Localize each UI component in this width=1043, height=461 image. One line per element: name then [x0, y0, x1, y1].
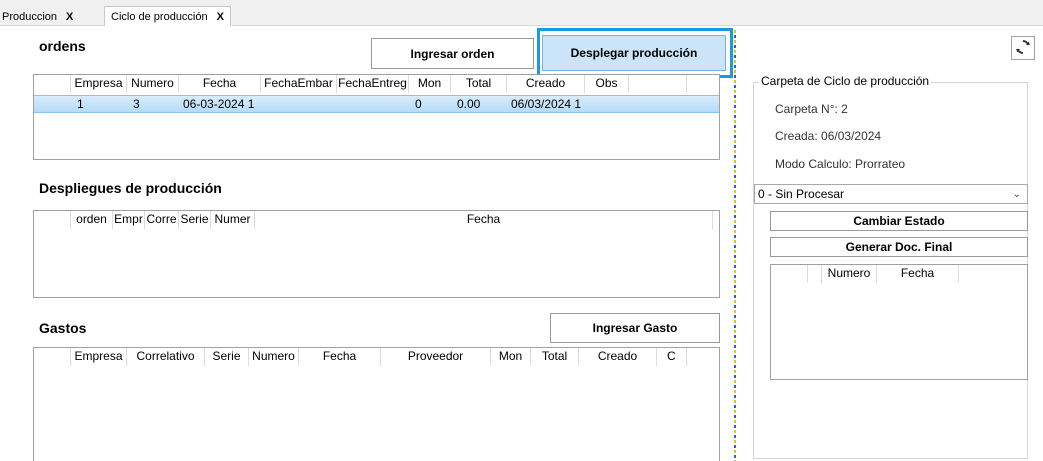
- column-header[interactable]: C: [657, 348, 687, 366]
- column-header[interactable]: Serie: [179, 211, 211, 229]
- column-header[interactable]: Numero: [127, 75, 179, 93]
- documentos-grid[interactable]: Numero Fecha: [770, 264, 1028, 380]
- column-header-spacer: [808, 265, 822, 283]
- cell-fecha-embarque: [261, 96, 337, 114]
- column-header[interactable]: Serie: [205, 348, 249, 366]
- column-header[interactable]: Mon: [409, 75, 451, 93]
- column-header[interactable]: Numero: [822, 265, 877, 283]
- estado-select[interactable]: 0 - Sin Procesar ⌄: [754, 184, 1028, 204]
- column-header[interactable]: Proveedor: [381, 348, 491, 366]
- despliegues-title: Despliegues de producción: [39, 180, 222, 196]
- column-header[interactable]: Empresa: [71, 75, 127, 93]
- column-header[interactable]: Fecha: [255, 211, 713, 229]
- cell-obs: [585, 96, 629, 114]
- estado-select-value: 0 - Sin Procesar: [758, 187, 845, 201]
- cell-fecha: 06-03-2024 1: [183, 97, 255, 111]
- ordenes-title: ordens: [39, 38, 86, 54]
- column-header[interactable]: Empresa: [71, 348, 127, 366]
- table-row[interactable]: 1 3 06-03-2024 1 0 0.00 06/03/2024 1: [34, 95, 719, 113]
- column-header[interactable]: Obs: [585, 75, 629, 93]
- despliegues-grid[interactable]: orden Empr Corre Serie Numer Fecha: [33, 210, 720, 298]
- ordenes-grid[interactable]: Empresa Numero Fecha FechaEmbar FechaEnt…: [33, 74, 720, 160]
- cell-numero: 3: [133, 97, 140, 111]
- row-header-corner: [34, 211, 71, 229]
- column-header[interactable]: Numer: [211, 211, 255, 229]
- column-header[interactable]: FechaEntreg: [337, 75, 409, 93]
- tab-label: Ciclo de producción: [111, 10, 208, 23]
- column-header[interactable]: Correlativo: [127, 348, 205, 366]
- cell-total: 0.00: [457, 97, 481, 111]
- row-header-corner: [771, 265, 808, 283]
- desplegar-produccion-button[interactable]: Desplegar producción: [542, 35, 726, 71]
- cell-fecha-entrega: [337, 96, 409, 114]
- column-header[interactable]: Creado: [507, 75, 585, 93]
- row-header-corner: [34, 75, 71, 93]
- refresh-button[interactable]: [1011, 36, 1035, 60]
- refresh-icon: [1015, 39, 1031, 58]
- pane-splitter[interactable]: [734, 30, 736, 461]
- carpeta-creada: Creada: 06/03/2024: [775, 129, 882, 143]
- grid-header: Empresa Numero Fecha FechaEmbar FechaEnt…: [34, 75, 687, 93]
- cell-creado: 06/03/2024 1: [511, 97, 582, 111]
- generar-doc-final-button[interactable]: Generar Doc. Final: [770, 237, 1028, 257]
- column-header[interactable]: Total: [451, 75, 507, 93]
- gastos-title: Gastos: [39, 320, 87, 336]
- row-selector[interactable]: [34, 96, 71, 114]
- grid-header: Empresa Correlativo Serie Numero Fecha P…: [34, 348, 687, 366]
- column-header[interactable]: Corre: [145, 211, 179, 229]
- cell-moneda: 0: [415, 97, 422, 111]
- column-header[interactable]: Fecha: [299, 348, 381, 366]
- grid-header: Numero Fecha: [771, 265, 959, 283]
- row-header-corner: [34, 348, 71, 366]
- column-header[interactable]: Total: [531, 348, 579, 366]
- carpeta-numero: Carpeta N°: 2: [775, 102, 848, 116]
- tab-close-button[interactable]: X: [217, 11, 224, 23]
- tab-label: Produccion: [2, 11, 58, 23]
- ingresar-gasto-button[interactable]: Ingresar Gasto: [550, 313, 720, 343]
- tab-ciclo-produccion[interactable]: Ciclo de producción X: [104, 6, 231, 26]
- cell-empresa: 1: [77, 97, 84, 111]
- column-header[interactable]: Numero: [249, 348, 299, 366]
- tab-produccion[interactable]: Produccion X: [0, 8, 79, 26]
- tab-close-button[interactable]: X: [66, 11, 73, 23]
- carpeta-legend: Carpeta de Ciclo de producción: [759, 74, 932, 88]
- column-header[interactable]: Creado: [579, 348, 657, 366]
- column-header[interactable]: Fecha: [877, 265, 959, 283]
- grid-header: orden Empr Corre Serie Numer Fecha: [34, 211, 713, 229]
- column-header[interactable]: FechaEmbar: [261, 75, 337, 93]
- carpeta-modo-calculo: Modo Calculo: Prorrateo: [775, 157, 906, 171]
- column-header[interactable]: Fecha: [179, 75, 261, 93]
- ingresar-orden-button[interactable]: Ingresar orden: [371, 38, 534, 69]
- chevron-down-icon[interactable]: ⌄: [1013, 189, 1021, 200]
- column-header[interactable]: Mon: [491, 348, 531, 366]
- column-header[interactable]: Empr: [113, 211, 145, 229]
- column-header-filler: [629, 75, 687, 93]
- column-header[interactable]: orden: [71, 211, 113, 229]
- gastos-grid[interactable]: Empresa Correlativo Serie Numero Fecha P…: [33, 347, 720, 461]
- cambiar-estado-button[interactable]: Cambiar Estado: [770, 211, 1028, 231]
